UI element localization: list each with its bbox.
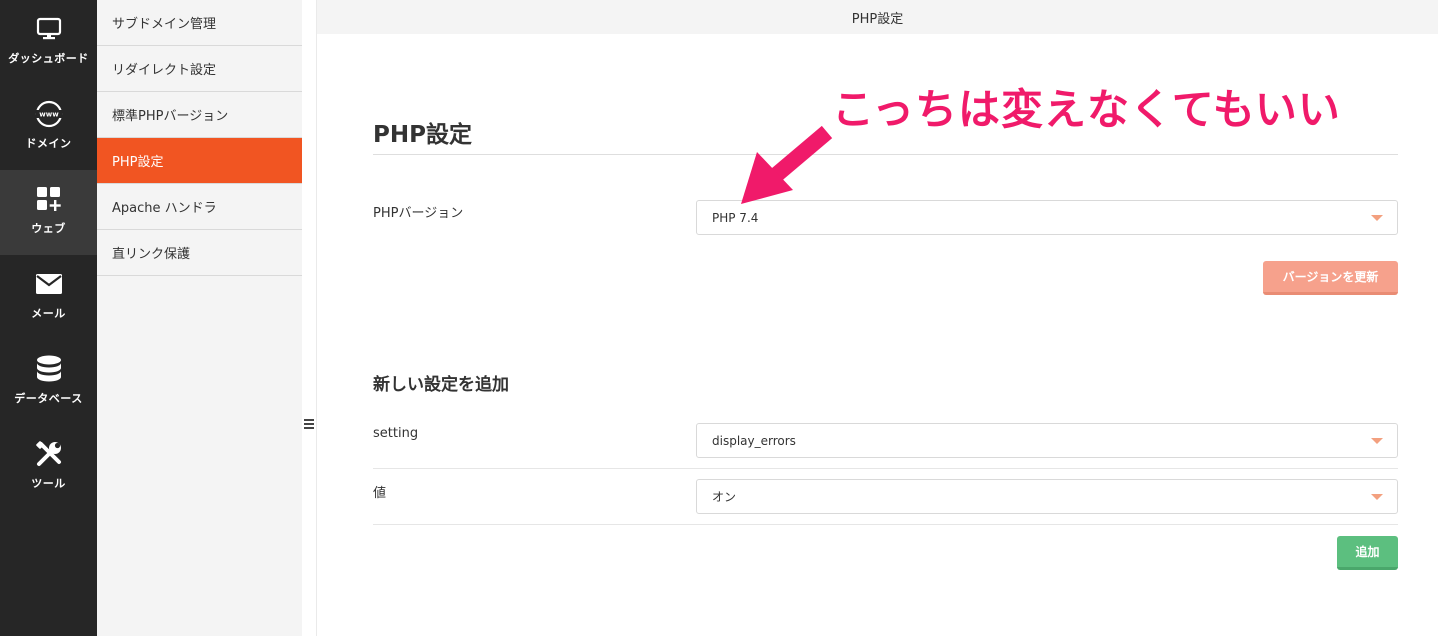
- submenu-item-php-settings[interactable]: PHP設定: [97, 138, 302, 184]
- rail-item-domain[interactable]: www ドメイン: [0, 85, 97, 170]
- rail-item-label: データベース: [14, 392, 83, 405]
- submenu-item-hotlink-protection[interactable]: 直リンク保護: [97, 230, 302, 276]
- www-globe-icon: www: [34, 99, 64, 129]
- page-header: PHP設定: [317, 0, 1438, 34]
- monitor-icon: [34, 14, 64, 44]
- value-label: 値: [373, 486, 387, 501]
- php-version-label: PHPバージョン: [373, 206, 464, 221]
- database-icon: [34, 354, 64, 384]
- chevron-down-icon: [1371, 494, 1383, 500]
- rail-item-dashboard[interactable]: ダッシュボード: [0, 0, 97, 85]
- update-version-button[interactable]: バージョンを更新: [1263, 261, 1398, 295]
- grid-plus-icon: [34, 184, 64, 214]
- chevron-down-icon: [1371, 215, 1383, 221]
- rail-item-label: ダッシュボード: [8, 52, 89, 65]
- submenu-item-apache-handler[interactable]: Apache ハンドラ: [97, 184, 302, 230]
- collapse-menu-icon[interactable]: [303, 417, 315, 431]
- header-title: PHP設定: [851, 11, 904, 27]
- setting-select[interactable]: display_errors: [696, 423, 1398, 458]
- annotation-text: こっちは変えなくてもいい: [832, 85, 1341, 134]
- rail-item-label: ツール: [31, 477, 66, 490]
- rail-item-tools[interactable]: ツール: [0, 425, 97, 510]
- setting-label: setting: [373, 426, 419, 441]
- setting-value: display_errors: [712, 433, 796, 448]
- submenu-item-default-php[interactable]: 標準PHPバージョン: [97, 92, 302, 138]
- title-divider: [373, 154, 1398, 155]
- rail-item-mail[interactable]: メール: [0, 255, 97, 340]
- web-submenu: サブドメイン管理 リダイレクト設定 標準PHPバージョン PHP設定 Apach…: [97, 0, 302, 636]
- chevron-down-icon: [1371, 438, 1383, 444]
- envelope-icon: [34, 269, 64, 299]
- svg-text:www: www: [39, 111, 59, 119]
- value-select[interactable]: オン: [696, 479, 1398, 514]
- row-divider: [373, 468, 1398, 469]
- page-title: PHP設定: [373, 122, 472, 148]
- submenu-item-subdomain[interactable]: サブドメイン管理: [97, 0, 302, 46]
- submenu-item-redirect[interactable]: リダイレクト設定: [97, 46, 302, 92]
- rail-item-label: ウェブ: [31, 222, 66, 235]
- value-select-value: オン: [712, 490, 737, 504]
- rail-item-label: メール: [31, 307, 66, 320]
- icon-rail: ダッシュボード www ドメイン ウェブ メール データベース ツール: [0, 0, 97, 636]
- rail-item-web[interactable]: ウェブ: [0, 170, 97, 255]
- row-divider: [373, 524, 1398, 525]
- php-version-value: PHP 7.4: [712, 210, 759, 225]
- annotation-arrow-icon: [741, 125, 833, 204]
- panel-divider: [302, 0, 317, 636]
- tools-icon: [34, 439, 64, 469]
- add-setting-section-title: 新しい設定を追加: [373, 375, 509, 395]
- rail-item-database[interactable]: データベース: [0, 340, 97, 425]
- add-setting-button[interactable]: 追加: [1337, 536, 1398, 570]
- rail-item-label: ドメイン: [25, 137, 72, 150]
